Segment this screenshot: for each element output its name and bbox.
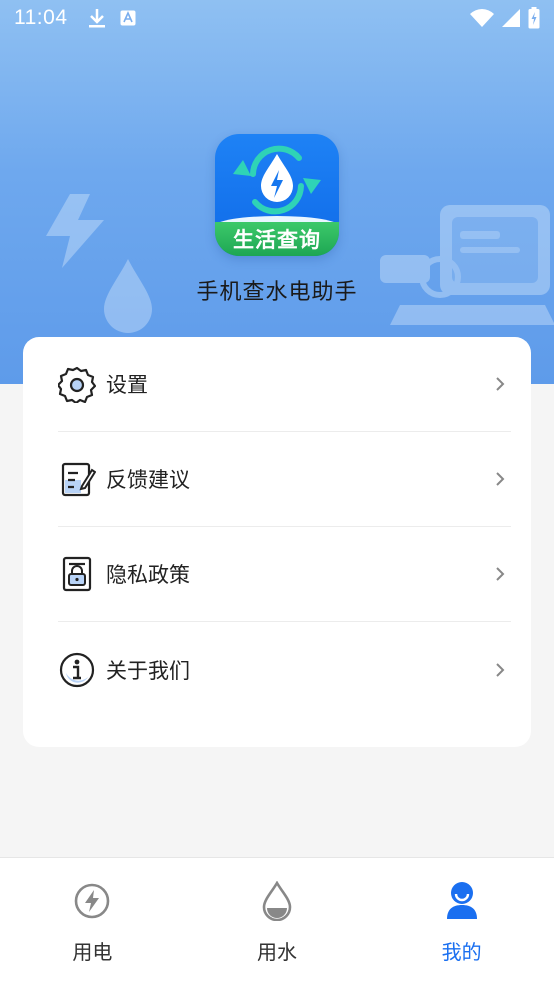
status-bar: 11:04 [0,0,554,36]
status-time: 11:04 [14,6,68,29]
app-logo: 生活查询 [215,134,339,256]
menu-item-label: 关于我们 [106,658,190,683]
app-name: 手机查水电助手 [196,280,358,305]
settings-icon [58,365,96,403]
menu-item-settings[interactable]: 设置 [58,337,511,432]
privacy-icon [58,555,96,593]
logo-text: 生活查询 [215,222,339,256]
tab-label: 我的 [441,940,482,964]
font-icon [120,10,135,26]
tab-label: 用水 [257,940,297,964]
tab-electricity[interactable]: 用电 [0,858,185,984]
info-icon [58,651,96,689]
chevron-right-icon [496,472,505,486]
tab-water[interactable]: 用水 [185,858,370,984]
menu-item-feedback[interactable]: 反馈建议 [58,432,511,527]
battery-charging-icon [528,7,540,29]
menu-item-label: 反馈建议 [106,468,190,492]
menu-item-privacy[interactable]: 隐私政策 [58,527,511,622]
water-drop-icon [256,880,298,922]
signal-icon [502,9,520,27]
tab-mine[interactable]: 我的 [369,858,554,984]
user-icon [441,880,483,922]
download-icon [88,9,105,28]
chevron-right-icon [496,567,505,581]
electricity-icon [71,880,113,922]
laptop-decoration-icon [380,205,554,325]
bottom-nav: 用电 用水 我的 [0,857,554,984]
feedback-icon [58,460,96,498]
chevron-right-icon [496,377,505,391]
menu-card: 设置 反馈建议 隐私政策 关于我们 [23,337,531,747]
wifi-icon [470,9,494,27]
menu-item-label: 设置 [106,373,148,397]
menu-item-label: 隐私政策 [106,563,190,587]
tab-label: 用电 [72,940,113,964]
chevron-right-icon [496,662,505,677]
menu-item-about[interactable]: 关于我们 [58,622,511,717]
water-cycle-icon [233,145,321,215]
